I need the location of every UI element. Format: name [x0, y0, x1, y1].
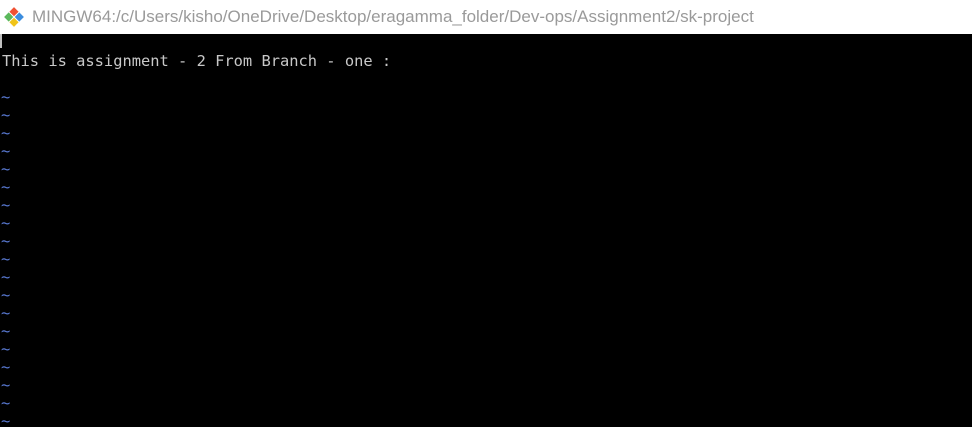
empty-line-marker: ~: [1, 232, 11, 250]
title-bar[interactable]: MINGW64:/c/Users/kisho/OneDrive/Desktop/…: [0, 0, 972, 34]
vim-editor-area[interactable]: This is assignment - 2 From Branch - one…: [0, 34, 972, 427]
empty-line-marker: ~: [1, 322, 11, 340]
empty-line-marker: ~: [1, 196, 11, 214]
empty-line-marker: ~: [1, 412, 11, 427]
git-bash-icon: [4, 7, 24, 27]
empty-line-marker: ~: [1, 160, 11, 178]
empty-line-marker: ~: [1, 214, 11, 232]
empty-line-marker: ~: [1, 394, 11, 412]
empty-line-marker: ~: [1, 304, 11, 322]
empty-line-marker: ~: [1, 142, 11, 160]
empty-line-marker: ~: [1, 88, 11, 106]
empty-line-marker: ~: [1, 358, 11, 376]
text-cursor: [0, 34, 2, 48]
empty-line-marker: ~: [1, 124, 11, 142]
empty-line-marker: ~: [1, 106, 11, 124]
empty-line-marker: ~: [1, 250, 11, 268]
empty-line-marker: ~: [1, 268, 11, 286]
empty-line-marker: ~: [1, 178, 11, 196]
window-title: MINGW64:/c/Users/kisho/OneDrive/Desktop/…: [32, 7, 754, 26]
empty-line-marker: ~: [1, 340, 11, 358]
editor-line-1: This is assignment - 2 From Branch - one…: [2, 52, 392, 70]
empty-line-marker: ~: [1, 376, 11, 394]
empty-line-marker: ~: [1, 286, 11, 304]
terminal-window: MINGW64:/c/Users/kisho/OneDrive/Desktop/…: [0, 0, 972, 427]
